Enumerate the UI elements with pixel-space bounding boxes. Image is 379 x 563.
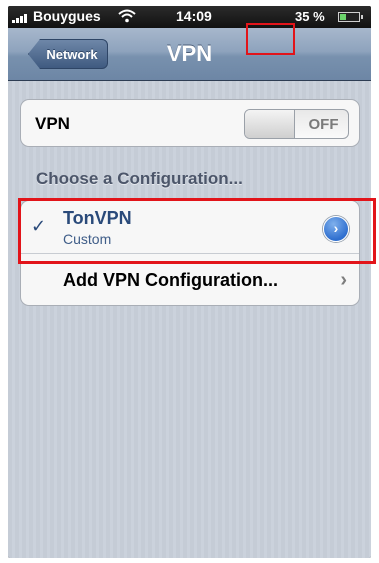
- vpn-switch-knob[interactable]: [245, 110, 295, 138]
- settings-content: VPN OFF Choose a Configuration... ✓ TonV…: [8, 81, 371, 558]
- vpn-switch-state: OFF: [308, 116, 339, 133]
- configuration-section-header: Choose a Configuration...: [36, 169, 243, 188]
- vpn-toggle-label: VPN: [35, 114, 70, 133]
- highlight-box-configuration-row: [18, 198, 376, 264]
- page-title: VPN: [166, 41, 213, 66]
- chevron-right-icon: ›: [340, 269, 347, 291]
- clock: 14:09: [176, 8, 212, 24]
- carrier-name: Bouygues: [33, 8, 101, 24]
- highlight-box-vpn-switch: [246, 23, 295, 55]
- status-bar: Bouygues 14:09 35 %: [8, 6, 371, 28]
- add-vpn-configuration-label: Add VPN Configuration...: [63, 270, 278, 290]
- signal-bars-icon: [12, 13, 30, 23]
- battery-fill: [340, 14, 346, 20]
- vpn-switch[interactable]: OFF: [244, 109, 349, 139]
- battery-percent: 35 %: [295, 9, 325, 24]
- device-screen: Bouygues 14:09 35 % Network VPN VPN OFF …: [8, 6, 371, 558]
- wifi-icon: [118, 9, 136, 23]
- battery-icon: [338, 12, 363, 22]
- vpn-toggle-group: VPN OFF: [20, 99, 360, 147]
- navigation-bar: Network VPN: [8, 28, 371, 81]
